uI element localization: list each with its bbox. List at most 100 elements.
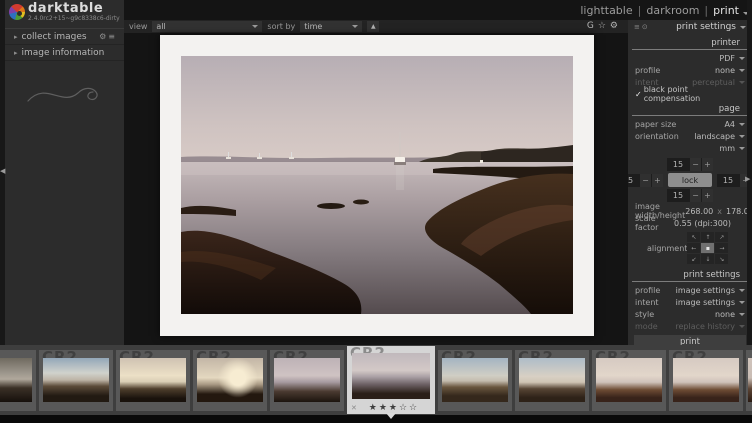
sort-by-label: sort by <box>267 22 295 31</box>
right-edge-strip <box>747 0 752 345</box>
filmstrip-thumbnail-selected[interactable]: CR2 ✕ ★★★☆☆ <box>347 346 435 414</box>
thumbnail-image <box>596 358 662 402</box>
orientation-dropdown[interactable]: landscape <box>694 132 745 141</box>
units-dropdown[interactable]: mm <box>719 144 745 153</box>
align-top-right-button[interactable]: ↗ <box>715 232 728 242</box>
image-information-module[interactable]: ▸ image information <box>5 45 124 61</box>
sort-ascending-button[interactable]: ▲ <box>367 21 379 32</box>
decrement-button[interactable]: − <box>690 158 701 171</box>
star-icon[interactable]: ★ <box>379 403 389 413</box>
dropdown-caret-icon <box>739 57 745 63</box>
view-filter-dropdown[interactable]: all <box>152 21 262 32</box>
section-page: page <box>632 101 748 116</box>
dropdown-caret-icon <box>739 301 745 307</box>
align-top-button[interactable]: ↑ <box>701 232 714 242</box>
margins-lock-button[interactable]: lock <box>668 173 712 187</box>
grouping-icon[interactable]: G <box>587 21 598 31</box>
increment-button[interactable]: + <box>702 189 713 202</box>
presets-icon[interactable]: ≡ <box>108 32 117 41</box>
filmstrip-thumbnail[interactable]: CR2 <box>592 350 666 411</box>
align-bottom-right-button[interactable]: ↘ <box>715 254 728 264</box>
align-right-button[interactable]: → <box>715 243 728 253</box>
collapse-left-panel-arrow[interactable]: ◀ <box>0 168 5 175</box>
thumbnail-image <box>748 358 752 402</box>
margin-left-spinbox[interactable]: 15 − + <box>628 174 663 187</box>
align-bottom-left-button[interactable]: ↙ <box>687 254 700 264</box>
margin-top-spinbox[interactable]: 15 − + <box>667 158 713 171</box>
thumbnail-image <box>0 358 32 402</box>
collapse-right-panel-arrow[interactable]: ▶ <box>745 176 750 183</box>
star-icon[interactable]: ★ <box>389 403 399 413</box>
presets-icon[interactable]: ≡ <box>634 23 642 31</box>
dropdown-caret-icon <box>739 135 745 141</box>
paper-size-row: paper size A4 <box>628 118 752 130</box>
style-mode-dropdown[interactable]: replace history <box>675 322 745 331</box>
dropdown-caret-icon <box>352 25 358 31</box>
dropdown-caret-icon <box>739 69 745 75</box>
gear-icon[interactable]: ⚙ <box>610 21 622 31</box>
thumbnail-image <box>352 353 430 399</box>
section-print-settings: print settings <box>632 267 748 282</box>
filmstrip-thumbnail[interactable]: CR2 <box>438 350 512 411</box>
filmstrip-thumbnail[interactable]: CR2 <box>669 350 743 411</box>
reset-icon[interactable]: ⊙ <box>642 23 650 31</box>
thumbnail-image <box>43 358 109 402</box>
filmstrip-thumbnail[interactable]: CR2 <box>270 350 344 411</box>
orientation-row: orientation landscape <box>628 130 752 142</box>
gear-icon[interactable]: ⚙ <box>99 32 108 41</box>
print-settings-module-header[interactable]: ≡⊙ print settings <box>628 20 752 34</box>
export-profile-dropdown[interactable]: image settings <box>676 286 745 295</box>
scale-factor-value: 0.55 (dpi:300) <box>674 219 731 228</box>
style-mode-row: mode replace history <box>628 320 752 332</box>
decrement-button[interactable]: − <box>640 174 651 187</box>
expander-arrow-icon: ▸ <box>14 33 18 41</box>
star-icon[interactable]: ☆ <box>409 403 419 413</box>
star-overlay-icon[interactable]: ☆ <box>598 21 610 31</box>
alignment-row: alignment ↖ ↑ ↗ ← ▪ → ↙ ↓ ↘ <box>628 231 752 265</box>
align-left-button[interactable]: ← <box>687 243 700 253</box>
black-point-compensation-checkbox[interactable]: ✓ black point compensation <box>628 88 752 100</box>
align-center-button[interactable]: ▪ <box>701 243 714 253</box>
expander-arrow-icon: ▸ <box>14 49 18 57</box>
decrement-button[interactable]: − <box>690 189 701 202</box>
align-top-left-button[interactable]: ↖ <box>687 232 700 242</box>
filmstrip-thumbnail[interactable]: CR2 <box>116 350 190 411</box>
tab-lighttable[interactable]: lighttable <box>580 4 632 17</box>
align-bottom-button[interactable]: ↓ <box>701 254 714 264</box>
filmstrip: CR2 CR2 CR2 CR2 CR2 ✕ ★★★☆☆ CR2 <box>0 345 752 415</box>
panel-flourish-ornament <box>20 77 110 111</box>
printer-device-dropdown[interactable]: PDF <box>719 54 745 63</box>
sort-dropdown[interactable]: time <box>300 21 362 32</box>
units-row: mm <box>628 142 752 154</box>
paper-size-dropdown[interactable]: A4 <box>724 120 745 129</box>
scale-factor-row: scale factor 0.55 (dpi:300) <box>628 217 752 229</box>
dropdown-caret-icon <box>739 325 745 331</box>
collect-images-module[interactable]: ▸ collect images ⚙≡ <box>5 29 124 45</box>
star-icon[interactable]: ☆ <box>399 403 409 413</box>
center-canvas: view all sort by time ▲ G☆⚙ <box>124 0 628 345</box>
module-icons: ⚙≡ <box>99 32 117 41</box>
increment-button[interactable]: + <box>702 158 713 171</box>
style-row: style none <box>628 308 752 320</box>
bottom-edge-strip <box>0 415 752 423</box>
filmstrip-thumbnail[interactable] <box>0 350 36 411</box>
export-intent-dropdown[interactable]: image settings <box>676 298 745 307</box>
star-rating: ★★★☆☆ <box>357 403 431 413</box>
image-information-label: image information <box>22 48 105 58</box>
section-printer: printer <box>632 35 748 50</box>
view-separator: | <box>638 4 642 17</box>
star-icon[interactable]: ★ <box>369 403 379 413</box>
thumbnail-image <box>120 358 186 402</box>
increment-button[interactable]: + <box>652 174 663 187</box>
printer-profile-dropdown[interactable]: none <box>715 66 745 75</box>
tab-print[interactable]: print <box>713 4 739 17</box>
tab-darkroom[interactable]: darkroom <box>646 4 699 17</box>
filmstrip-thumbnail[interactable]: CR2 <box>193 350 267 411</box>
current-image-marker-icon <box>386 413 396 419</box>
filmstrip-thumbnail[interactable] <box>746 350 752 411</box>
filmstrip-thumbnail[interactable]: CR2 <box>39 350 113 411</box>
style-dropdown[interactable]: none <box>715 310 745 319</box>
filmstrip-thumbnail[interactable]: CR2 <box>515 350 589 411</box>
margin-bottom-spinbox[interactable]: 15 − + <box>667 189 713 202</box>
print-button[interactable]: print <box>634 335 746 345</box>
